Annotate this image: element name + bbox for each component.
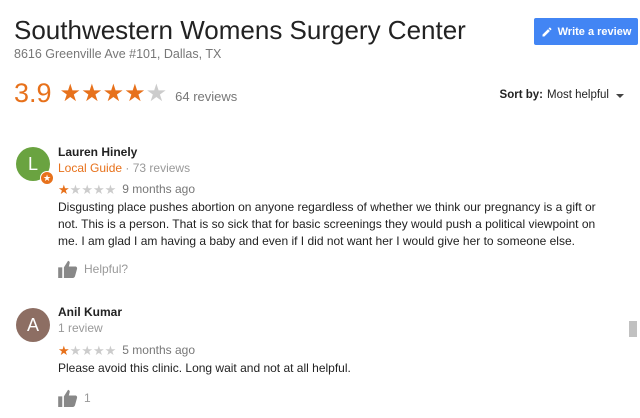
star-icon: ★ xyxy=(124,79,146,107)
star-icon: ★ xyxy=(69,181,82,197)
review-count-link[interactable]: 64 reviews xyxy=(175,89,237,104)
business-address: 8616 Greenville Ave #101, Dallas, TX xyxy=(14,47,222,61)
star-icon: ★ xyxy=(81,342,93,358)
avatar-initial: L xyxy=(27,153,38,174)
helpful-button[interactable]: 1 xyxy=(58,389,91,407)
meta-separator: · xyxy=(125,161,130,175)
review-rating-row: ★ ★ ★ ★ ★ 9 months ago xyxy=(58,182,195,196)
local-guide-star-icon: ★ xyxy=(40,171,54,185)
caret-down-icon xyxy=(616,93,624,98)
review-time: 5 months ago xyxy=(122,343,195,357)
star-icon: ★ xyxy=(81,181,93,197)
star-icon: ★ xyxy=(58,342,70,358)
local-guide-label: Local Guide xyxy=(58,161,123,175)
star-icon: ★ xyxy=(102,79,125,107)
scrollbar-thumb[interactable] xyxy=(629,321,637,337)
star-icon: ★ xyxy=(92,342,105,358)
rating-summary: 3.9 ★ ★ ★ ★ ★ 64 reviews xyxy=(14,78,237,109)
review-text: Please avoid this clinic. Long wait and … xyxy=(58,361,351,375)
review-time: 9 months ago xyxy=(122,182,195,196)
thumbs-up-icon xyxy=(58,260,78,278)
star-icon: ★ xyxy=(92,181,105,197)
helpful-count: 1 xyxy=(84,391,91,405)
sort-dropdown[interactable]: Sort by: Most helpful xyxy=(500,89,624,101)
page-title: Southwestern Womens Surgery Center xyxy=(14,15,466,45)
rating-value: 3.9 xyxy=(14,78,52,108)
star-icon: ★ xyxy=(145,79,168,107)
star-icon: ★ xyxy=(104,342,117,358)
write-review-button[interactable]: Write a review xyxy=(534,18,638,45)
review-rating-row: ★ ★ ★ ★ ★ 5 months ago xyxy=(58,343,195,357)
avatar[interactable]: L ★ xyxy=(16,147,54,185)
reviewer-name[interactable]: Lauren Hinely xyxy=(58,145,137,159)
sort-label: Sort by: xyxy=(499,89,543,101)
avatar[interactable]: A xyxy=(16,308,50,342)
star-icon: ★ xyxy=(69,342,82,358)
reviewer-review-count: 1 review xyxy=(58,321,103,335)
star-icon: ★ xyxy=(59,79,82,107)
pencil-icon xyxy=(542,26,552,36)
reviewer-meta: Local Guide · 73 reviews xyxy=(58,161,190,175)
star-icon: ★ xyxy=(81,79,103,107)
reviewer-name[interactable]: Anil Kumar xyxy=(58,305,122,319)
helpful-label: Helpful? xyxy=(84,262,129,276)
star-icon: ★ xyxy=(104,181,117,197)
rating-stars: ★ ★ ★ ★ ★ xyxy=(59,79,168,107)
thumbs-up-icon xyxy=(58,389,78,407)
helpful-button[interactable]: Helpful? xyxy=(58,260,128,278)
avatar-initial: A xyxy=(26,314,39,335)
star-icon: ★ xyxy=(58,181,70,197)
write-review-label: Write a review xyxy=(557,25,632,38)
sort-value: Most helpful xyxy=(546,89,609,101)
review-text: Disgusting place pushes abortion on anyo… xyxy=(58,200,596,248)
reviewer-review-count: 73 reviews xyxy=(132,161,191,175)
